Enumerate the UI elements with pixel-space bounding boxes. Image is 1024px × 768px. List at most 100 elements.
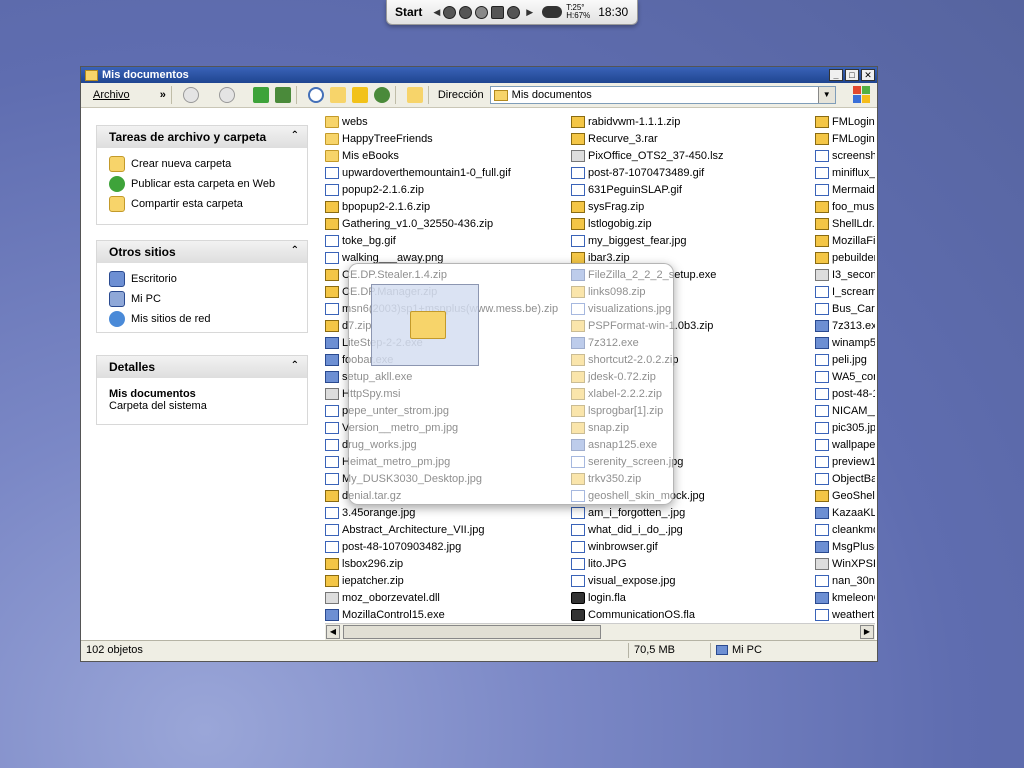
tray-shield-icon[interactable] bbox=[491, 5, 505, 19]
back-arrow-icon[interactable] bbox=[182, 87, 199, 103]
task-publish-web[interactable]: Publicar esta carpeta en Web bbox=[109, 174, 295, 194]
file-item[interactable]: HappyTreeFriends bbox=[325, 130, 558, 147]
file-item[interactable]: lito.JPG bbox=[571, 555, 724, 572]
file-item[interactable]: weathert bbox=[815, 606, 875, 623]
file-item[interactable]: CommunicationOS.fla bbox=[571, 606, 724, 623]
history-icon[interactable] bbox=[373, 87, 390, 103]
file-item[interactable]: preview1 bbox=[815, 453, 875, 470]
file-item[interactable]: KazaaKLP bbox=[815, 504, 875, 521]
minimize-button[interactable]: _ bbox=[829, 69, 843, 81]
file-item[interactable]: wallpaper bbox=[815, 436, 875, 453]
file-item[interactable]: Mis eBooks bbox=[325, 147, 558, 164]
scroll-right-arrow-icon[interactable]: ▶ bbox=[860, 625, 874, 639]
file-item[interactable]: webs bbox=[325, 113, 558, 130]
file-item[interactable]: post-48-1 bbox=[815, 385, 875, 402]
address-bar[interactable]: Mis documentos ▼ bbox=[489, 86, 836, 104]
file-item[interactable]: pebuilder bbox=[815, 249, 875, 266]
address-dropdown-button[interactable]: ▼ bbox=[817, 87, 835, 103]
file-item[interactable]: popup2-2.1.6.zip bbox=[325, 181, 558, 198]
place-desktop[interactable]: Escritorio bbox=[109, 269, 295, 289]
file-item[interactable]: MsgPlus-2 bbox=[815, 538, 875, 555]
collapse-chevron-icon[interactable]: ⌃ bbox=[291, 360, 299, 371]
search-icon[interactable] bbox=[307, 87, 324, 103]
file-item[interactable]: sysFrag.zip bbox=[571, 198, 724, 215]
file-item[interactable]: post-87-1070473489.gif bbox=[571, 164, 724, 181]
file-item[interactable]: NICAM__ bbox=[815, 402, 875, 419]
file-item[interactable]: lsbox296.zip bbox=[325, 555, 558, 572]
tray-gear-icon[interactable] bbox=[459, 5, 473, 19]
view-icon[interactable] bbox=[406, 87, 423, 103]
file-item[interactable]: pic305.jp bbox=[815, 419, 875, 436]
task-share-folder[interactable]: Compartir esta carpeta bbox=[109, 194, 295, 214]
scroll-left-arrow-icon[interactable]: ◀ bbox=[326, 625, 340, 639]
file-item[interactable]: ShellLdr.z bbox=[815, 215, 875, 232]
file-item[interactable]: Gathering_v1.0_32550-436.zip bbox=[325, 215, 558, 232]
file-item[interactable]: toke_bg.gif bbox=[325, 232, 558, 249]
file-item[interactable]: 3.45orange.jpg bbox=[325, 504, 558, 521]
collapse-chevron-icon[interactable]: ⌃ bbox=[291, 245, 299, 256]
file-item[interactable]: screensh bbox=[815, 147, 875, 164]
file-item[interactable]: ObjectBa bbox=[815, 470, 875, 487]
scrollbar-thumb[interactable] bbox=[343, 625, 601, 639]
file-item[interactable]: GeoShell_ bbox=[815, 487, 875, 504]
file-item[interactable]: Recurve_3.rar bbox=[571, 130, 724, 147]
file-item[interactable]: login.fla bbox=[571, 589, 724, 606]
panel-other-places-header[interactable]: Otros sitios ⌃ bbox=[97, 241, 307, 263]
file-item[interactable]: upwardoverthemountain1-0_full.gif bbox=[325, 164, 558, 181]
file-item[interactable]: PixOffice_OTS2_37-450.lsz bbox=[571, 147, 724, 164]
file-item[interactable]: MozillaFir bbox=[815, 232, 875, 249]
start-button[interactable]: Start bbox=[395, 5, 422, 19]
maximize-button[interactable]: □ bbox=[845, 69, 859, 81]
file-item[interactable]: winbrowser.gif bbox=[571, 538, 724, 555]
file-item[interactable]: Abstract_Architecture_VII.jpg bbox=[325, 521, 558, 538]
collapse-chevron-icon[interactable]: ⌃ bbox=[291, 130, 299, 141]
file-item[interactable]: post-48-1070903482.jpg bbox=[325, 538, 558, 555]
file-item[interactable]: kmeleonC bbox=[815, 589, 875, 606]
file-item[interactable]: 7z313.ex bbox=[815, 317, 875, 334]
file-item[interactable]: moz_oborzevatel.dll bbox=[325, 589, 558, 606]
file-item[interactable]: cleankmd bbox=[815, 521, 875, 538]
tray-right-arrow-icon[interactable]: ▶ bbox=[526, 7, 533, 18]
up-folder-icon[interactable] bbox=[252, 87, 269, 103]
file-item[interactable]: FMLogin- bbox=[815, 113, 875, 130]
file-item[interactable]: my_biggest_fear.jpg bbox=[571, 232, 724, 249]
menu-archivo[interactable]: Archivo bbox=[93, 89, 130, 101]
place-network[interactable]: Mis sitios de red bbox=[109, 309, 295, 329]
file-item[interactable]: WinXPSP2 bbox=[815, 555, 875, 572]
file-item[interactable]: lstlogobig.zip bbox=[571, 215, 724, 232]
file-item[interactable]: WA5_cor bbox=[815, 368, 875, 385]
tray-globe-icon[interactable] bbox=[475, 5, 489, 19]
place-my-pc[interactable]: Mi PC bbox=[109, 289, 295, 309]
folders-icon[interactable] bbox=[329, 87, 346, 103]
file-item[interactable]: foo_musi bbox=[815, 198, 875, 215]
file-item[interactable]: Mermaide bbox=[815, 181, 875, 198]
file-item[interactable]: I_scream bbox=[815, 283, 875, 300]
close-button[interactable]: ✕ bbox=[861, 69, 875, 81]
forward-arrow-icon[interactable] bbox=[218, 87, 235, 103]
tray-left-arrow-icon[interactable]: ◀ bbox=[433, 7, 440, 18]
file-item[interactable]: 631PeguinSLAP.gif bbox=[571, 181, 724, 198]
file-item[interactable]: peli.jpg bbox=[815, 351, 875, 368]
file-item[interactable]: winamp5( bbox=[815, 334, 875, 351]
file-item[interactable]: am_i_forgotten_.jpg bbox=[571, 504, 724, 521]
file-item[interactable]: iepatcher.zip bbox=[325, 572, 558, 589]
file-item[interactable]: what_did_i_do_.jpg bbox=[571, 521, 724, 538]
file-item[interactable]: MozillaControl15.exe bbox=[325, 606, 558, 623]
file-item[interactable]: miniflux_ bbox=[815, 164, 875, 181]
menu-overflow-chevron[interactable]: » bbox=[160, 89, 166, 101]
panel-file-tasks-header[interactable]: Tareas de archivo y carpeta ⌃ bbox=[97, 126, 307, 148]
file-item[interactable]: Bus_Card bbox=[815, 300, 875, 317]
file-item[interactable]: nan_30n bbox=[815, 572, 875, 589]
tray-volume-icon[interactable] bbox=[507, 5, 521, 19]
file-item[interactable]: visual_expose.jpg bbox=[571, 572, 724, 589]
horizontal-scrollbar[interactable]: ◀ ▶ bbox=[325, 623, 875, 640]
task-new-folder[interactable]: Crear nueva carpeta bbox=[109, 154, 295, 174]
favorites-star-icon[interactable] bbox=[351, 87, 368, 103]
refresh-icon[interactable] bbox=[274, 87, 291, 103]
title-bar[interactable]: Mis documentos _ □ ✕ bbox=[81, 67, 877, 83]
file-item[interactable]: bpopup2-2.1.6.zip bbox=[325, 198, 558, 215]
file-item[interactable]: I3_secon bbox=[815, 266, 875, 283]
tray-app-icon[interactable] bbox=[443, 5, 457, 19]
file-item[interactable]: rabidvwm-1.1.1.zip bbox=[571, 113, 724, 130]
file-item[interactable]: FMLogin. bbox=[815, 130, 875, 147]
